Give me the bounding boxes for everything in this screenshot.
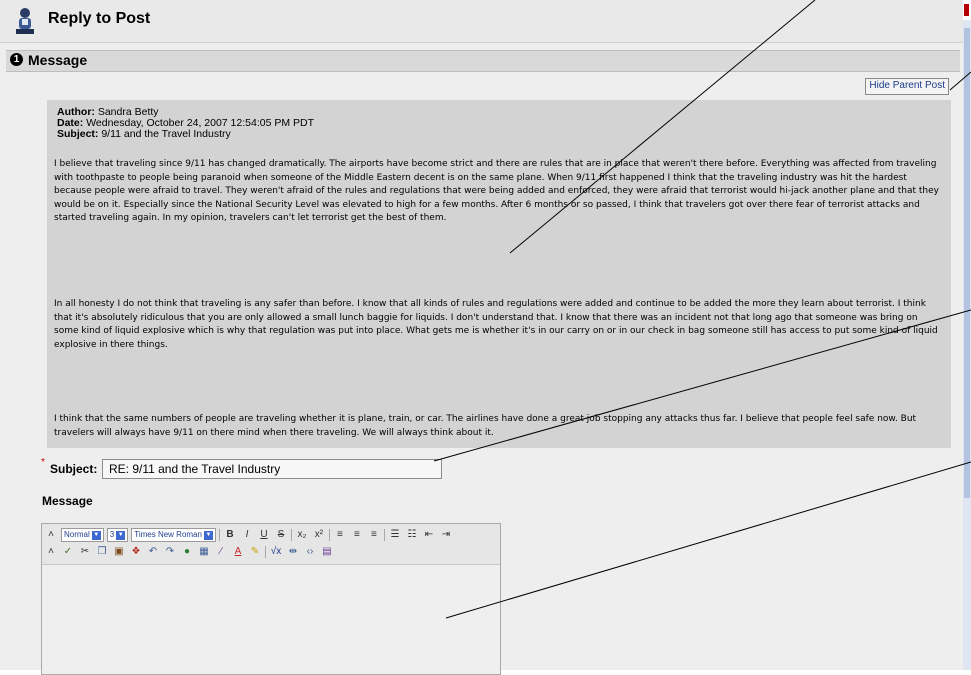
annotation-line: [949, 71, 971, 91]
annotation-line: [509, 0, 816, 254]
annotation-line: [445, 461, 971, 619]
annotation-line: [433, 309, 971, 462]
annotation-lines: [433, 0, 971, 619]
